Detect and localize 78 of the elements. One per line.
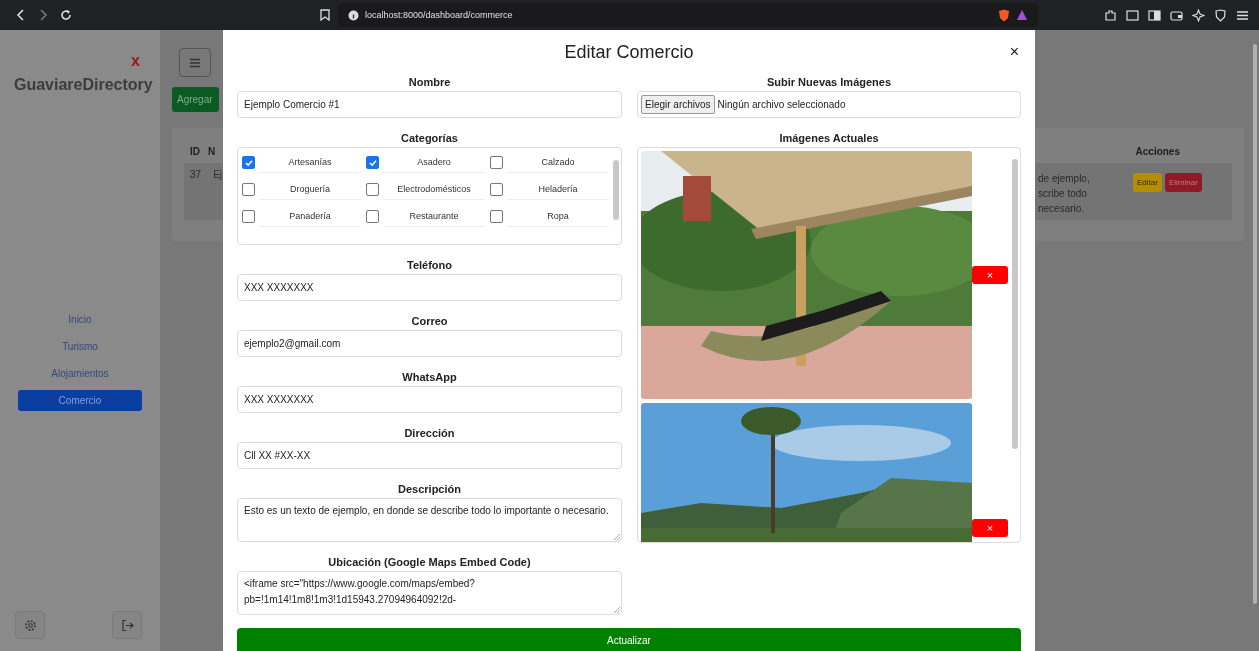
category-label: Ropa: [507, 206, 609, 227]
field-label: Correo: [410, 314, 449, 329]
checkbox[interactable]: [366, 156, 379, 169]
checkbox[interactable]: [242, 183, 255, 196]
menu-icon[interactable]: [1236, 8, 1249, 22]
shield-icon[interactable]: [1214, 8, 1227, 22]
screenshot-icon[interactable]: [1126, 8, 1139, 22]
sidebar-icon[interactable]: [1148, 8, 1161, 22]
logout-icon: [120, 618, 134, 632]
category-label: Heladería: [507, 179, 609, 200]
input-field[interactable]: ejemplo2@gmail.com: [237, 330, 622, 357]
modal-title: Editar Comercio: [564, 41, 694, 63]
remove-image-button[interactable]: ×: [972, 266, 1008, 284]
text-area[interactable]: Esto es un texto de ejemplo, en donde se describe todo lo importante o necesario.: [237, 498, 622, 542]
settings-icon: [23, 618, 37, 632]
field-label: Imágenes Actuales: [778, 131, 880, 146]
scrollbar[interactable]: [613, 160, 619, 220]
field-label: Descripción: [397, 482, 462, 497]
wallet-icon[interactable]: [1170, 8, 1183, 22]
field-label: Ubicación (Google Maps Embed Code): [327, 555, 532, 570]
column-header: Acciones: [1135, 146, 1180, 157]
checkbox[interactable]: [490, 183, 503, 196]
input-field[interactable]: XXX XXXXXXX: [237, 386, 622, 413]
settings-button[interactable]: [15, 611, 45, 639]
checkbox[interactable]: [366, 183, 379, 196]
checkbox[interactable]: [242, 156, 255, 169]
back-icon[interactable]: [16, 9, 26, 21]
field-label: WhatsApp: [401, 370, 458, 385]
input-field[interactable]: Cll XX #XX-XX: [237, 442, 622, 469]
forward-icon[interactable]: [38, 9, 48, 21]
table-cell-text: 37: [190, 169, 202, 182]
bookmark-icon[interactable]: [320, 9, 330, 21]
field-label: Dirección: [403, 426, 456, 441]
field-label: Teléfono: [406, 258, 453, 273]
table-cell-text: de ejemplo, scribe todo necesario.: [1038, 172, 1091, 214]
file-status: Ningún archivo seleccionado: [717, 99, 846, 110]
logout-button[interactable]: [112, 611, 142, 639]
reload-icon[interactable]: [60, 9, 72, 21]
field-label: Subir Nuevas Imágenes: [765, 75, 893, 90]
choose-files-button[interactable]: Elegir archivos: [641, 95, 715, 114]
category-label: Restaurante: [383, 206, 485, 227]
menu-icon: [189, 57, 201, 68]
edit-button[interactable]: Editar: [1133, 173, 1162, 192]
shield-icon[interactable]: [998, 8, 1010, 22]
category-label: Panadería: [259, 206, 361, 227]
nav-link[interactable]: Comercio: [18, 390, 142, 411]
input-field[interactable]: Ejemplo Comercio #1: [237, 91, 622, 118]
checkbox[interactable]: [490, 210, 503, 223]
column-header: N: [208, 146, 216, 157]
checkbox[interactable]: [490, 156, 503, 169]
triangle-icon[interactable]: [1016, 9, 1028, 21]
address-bar[interactable]: localhost:8000/dashboard/commerce: [338, 3, 1038, 27]
field-label: Categorías: [400, 131, 459, 146]
text-area[interactable]: <iframe src="https://www.google.com/maps/embed? pb=!1m14!1m8!1m3!1d15943.27094964092!2d-: [237, 571, 622, 615]
resize-grip-icon[interactable]: [614, 607, 620, 613]
info-icon[interactable]: [348, 9, 359, 21]
update-button[interactable]: Actualizar: [237, 628, 1021, 651]
file-input[interactable]: Elegir archivos Ningún archivo seleccionado: [637, 91, 1021, 118]
input-field[interactable]: XXX XXXXXXX: [237, 274, 622, 301]
checkbox[interactable]: [242, 210, 255, 223]
brand-title: GuaviareDirectory: [13, 75, 154, 94]
category-label: Droguería: [259, 179, 361, 200]
category-label: Asadero: [383, 152, 485, 173]
checkbox[interactable]: [366, 210, 379, 223]
scrollbar[interactable]: [1253, 44, 1257, 604]
category-label: Artesanías: [259, 152, 361, 173]
url-text: localhost:8000/dashboard/commerce: [365, 10, 513, 20]
close-button[interactable]: ×: [1009, 43, 1019, 61]
resize-grip-icon[interactable]: [614, 534, 620, 540]
sparkle-icon[interactable]: [1192, 8, 1205, 22]
remove-image-button[interactable]: ×: [972, 519, 1008, 537]
category-label: Calzado: [507, 152, 609, 173]
field-label: Nombre: [407, 75, 452, 90]
table-cell-text: Ej: [213, 169, 223, 182]
category-label: Electrodomésticos: [383, 179, 485, 200]
scrollbar[interactable]: [1012, 159, 1018, 449]
menu-button[interactable]: [179, 48, 211, 77]
column-header: ID: [190, 146, 200, 157]
